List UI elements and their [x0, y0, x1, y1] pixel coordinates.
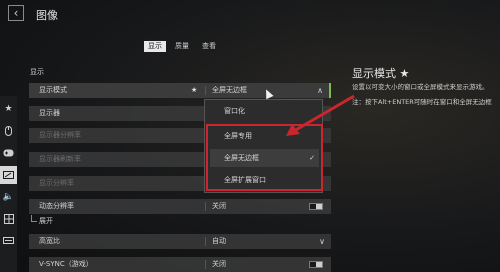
- toggle-knob: [316, 262, 322, 267]
- favorite-star-icon[interactable]: ★: [191, 83, 197, 98]
- expand-label: 展开: [39, 217, 53, 225]
- page-title: 图像: [36, 9, 58, 22]
- display-mode-value[interactable]: 全屏无边框: [212, 83, 247, 98]
- display-label: 显示器: [39, 109, 60, 117]
- vsync-label: V-SYNC（游戏）: [39, 260, 93, 268]
- rail-keyboard[interactable]: [0, 232, 17, 250]
- divider: [205, 237, 206, 246]
- row-dynamic-resolution[interactable]: 动态分辨率 关闭: [29, 199, 331, 214]
- chevron-down-icon[interactable]: ∨: [319, 234, 325, 249]
- keyboard-icon: [3, 237, 14, 244]
- toggle-knob: [316, 204, 322, 209]
- refresh-rate-label: 显示器刷新率: [39, 155, 81, 163]
- dynamic-resolution-toggle[interactable]: [309, 203, 323, 210]
- annotation-arrow-icon: [286, 94, 355, 136]
- rail-audio[interactable]: 🔈: [0, 188, 17, 206]
- aspect-ratio-label: 高宽比: [39, 237, 60, 245]
- info-title: 显示模式 ★: [352, 67, 410, 80]
- monitor-resolution-label: 显示器分辨率: [39, 131, 81, 139]
- mouse-icon: [5, 126, 12, 136]
- chevron-left-icon: ‹: [13, 6, 19, 20]
- section-label: 显示: [30, 68, 44, 76]
- rail-graphics[interactable]: [0, 166, 17, 184]
- row-aspect-ratio[interactable]: 高宽比 自动 ∨: [29, 234, 331, 249]
- tree-bracket-icon: [31, 215, 37, 222]
- divider: [205, 202, 206, 211]
- display-mode-label: 显示模式: [39, 86, 67, 94]
- dynamic-resolution-value: 关闭: [212, 202, 226, 210]
- grid-icon: [3, 214, 14, 224]
- tab-display[interactable]: 显示: [144, 41, 166, 52]
- rail-controller[interactable]: [0, 144, 17, 162]
- render-resolution-label: 显示分辨率: [39, 179, 74, 187]
- category-rail: ★ 🔈: [0, 96, 17, 272]
- divider: [205, 260, 206, 269]
- divider: [205, 86, 206, 95]
- vsync-toggle[interactable]: [309, 261, 323, 268]
- aspect-ratio-value[interactable]: 自动: [212, 234, 226, 249]
- speaker-icon: 🔈: [2, 192, 15, 202]
- gamepad-icon: [3, 149, 14, 157]
- row-vsync[interactable]: V-SYNC（游戏） 关闭: [29, 257, 331, 272]
- rail-favorites[interactable]: ★: [0, 100, 17, 118]
- back-button[interactable]: ‹: [8, 5, 24, 21]
- rail-interface[interactable]: [0, 210, 17, 228]
- display-icon: [3, 171, 14, 179]
- dynamic-resolution-label: 动态分辨率: [39, 202, 74, 210]
- row-expand[interactable]: 展开: [29, 215, 331, 228]
- info-note: 注：按下Alt+ENTER可随时在窗口和全屏无边框: [352, 98, 492, 106]
- tab-view[interactable]: 查看: [198, 41, 220, 52]
- option-label: 窗口化: [224, 107, 245, 115]
- tab-quality[interactable]: 质量: [171, 41, 193, 52]
- info-description: 设置以可变大小的窗口或全屏模式来显示游戏。: [352, 83, 489, 91]
- rail-mouse[interactable]: [0, 122, 17, 140]
- star-icon: ★: [4, 104, 13, 114]
- vsync-value: 关闭: [212, 260, 226, 268]
